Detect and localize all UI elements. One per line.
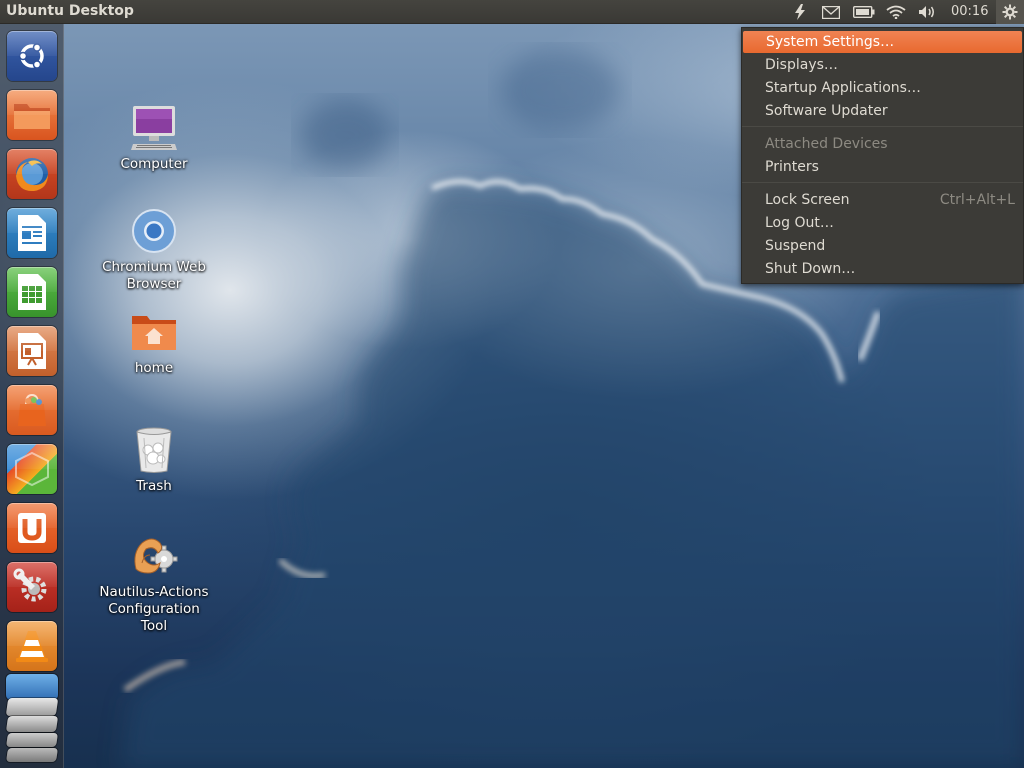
desktop-icon-nautilus-actions[interactable]: Nautilus-Actions Configuration Tool bbox=[94, 530, 214, 635]
launcher-vlc[interactable] bbox=[7, 621, 57, 671]
menu-item-printers[interactable]: Printers bbox=[742, 156, 1023, 178]
volume-icon[interactable] bbox=[916, 0, 940, 24]
menu-item-log-out[interactable]: Log Out… bbox=[742, 212, 1023, 234]
desktop-icon-label: home bbox=[134, 360, 174, 376]
menu-item-label: Shut Down… bbox=[765, 261, 856, 277]
launcher-ubuntu-one[interactable] bbox=[7, 503, 57, 553]
menu-item-system-settings[interactable]: System Settings… bbox=[743, 31, 1022, 53]
chromium-icon bbox=[94, 205, 214, 257]
desktop-icon-chromium[interactable]: Chromium Web Browser bbox=[94, 205, 214, 293]
menu-item-label: System Settings… bbox=[766, 34, 895, 50]
launcher-libreoffice-writer[interactable] bbox=[7, 208, 57, 258]
computer-icon bbox=[94, 102, 214, 154]
menu-item-software-updater[interactable]: Software Updater bbox=[742, 100, 1023, 122]
desktop-icon-label: Chromium Web Browser bbox=[102, 259, 206, 292]
trash-icon bbox=[94, 424, 214, 476]
menu-item-label: Attached Devices bbox=[765, 136, 888, 152]
wifi-icon[interactable] bbox=[884, 0, 908, 24]
desktop-icon-label: Nautilus-Actions Configuration Tool bbox=[99, 584, 209, 634]
top-panel: Ubuntu Desktop 00:16 bbox=[0, 0, 1024, 24]
firefox-icon bbox=[16, 158, 48, 192]
ubuntu-logo-icon bbox=[18, 43, 44, 69]
menu-item-displays[interactable]: Displays… bbox=[742, 54, 1023, 76]
launcher-dash-home[interactable] bbox=[7, 31, 57, 81]
menu-item-lock-screen[interactable]: Lock Screen Ctrl+Alt+L bbox=[742, 189, 1023, 211]
cube-icon bbox=[15, 451, 49, 487]
vlc-cone-icon bbox=[16, 631, 48, 662]
calc-icon bbox=[18, 274, 46, 310]
session-menu: System Settings… Displays… Startup Appli… bbox=[741, 27, 1024, 284]
panel-title: Ubuntu Desktop bbox=[6, 3, 134, 19]
desktop-icon-computer[interactable]: Computer bbox=[94, 102, 214, 173]
stack-icon bbox=[6, 674, 58, 700]
launcher-firefox[interactable] bbox=[7, 149, 57, 199]
menu-item-label: Startup Applications… bbox=[765, 80, 921, 96]
clock[interactable]: 00:16 bbox=[951, 4, 988, 19]
menu-item-suspend[interactable]: Suspend bbox=[742, 235, 1023, 257]
shell-gear-icon bbox=[94, 530, 214, 582]
lock-screen-shortcut: Ctrl+Alt+L bbox=[939, 192, 1015, 208]
shopping-bag-icon bbox=[18, 393, 46, 426]
impress-icon bbox=[18, 333, 46, 369]
folder-icon bbox=[14, 104, 50, 129]
menu-item-label: Lock Screen bbox=[765, 192, 850, 208]
menu-item-label: Printers bbox=[765, 159, 819, 175]
launcher-app-cube[interactable] bbox=[7, 444, 57, 494]
writer-icon bbox=[18, 215, 46, 251]
launcher bbox=[0, 24, 64, 768]
menu-item-label: Software Updater bbox=[765, 103, 888, 119]
session-gear-icon[interactable] bbox=[996, 0, 1024, 24]
menu-item-attached-devices: Attached Devices bbox=[742, 133, 1023, 155]
menu-item-label: Displays… bbox=[765, 57, 838, 73]
desktop-icon-trash[interactable]: Trash bbox=[94, 424, 214, 495]
menu-item-shut-down[interactable]: Shut Down… bbox=[742, 258, 1023, 280]
desktop-icon-label: Trash bbox=[136, 478, 172, 494]
menu-item-label: Log Out… bbox=[765, 215, 834, 231]
ubuntu-one-icon bbox=[18, 513, 46, 543]
desktop-icon-label: Computer bbox=[120, 156, 188, 172]
launcher-files[interactable] bbox=[7, 90, 57, 140]
launcher-workspace-switcher[interactable] bbox=[4, 672, 60, 764]
battery-icon[interactable] bbox=[851, 0, 877, 24]
home-folder-icon bbox=[94, 306, 214, 358]
launcher-libreoffice-calc[interactable] bbox=[7, 267, 57, 317]
menu-item-startup-applications[interactable]: Startup Applications… bbox=[742, 77, 1023, 99]
lightning-icon[interactable] bbox=[790, 0, 810, 24]
launcher-libreoffice-impress[interactable] bbox=[7, 326, 57, 376]
mail-icon[interactable] bbox=[820, 0, 842, 24]
launcher-software-center[interactable] bbox=[7, 385, 57, 435]
menu-item-label: Suspend bbox=[765, 238, 826, 254]
wrench-icon bbox=[13, 568, 47, 602]
desktop-icon-home[interactable]: home bbox=[94, 306, 214, 377]
menu-separator bbox=[742, 126, 1023, 127]
launcher-system-settings[interactable] bbox=[7, 562, 57, 612]
menu-separator bbox=[742, 182, 1023, 183]
